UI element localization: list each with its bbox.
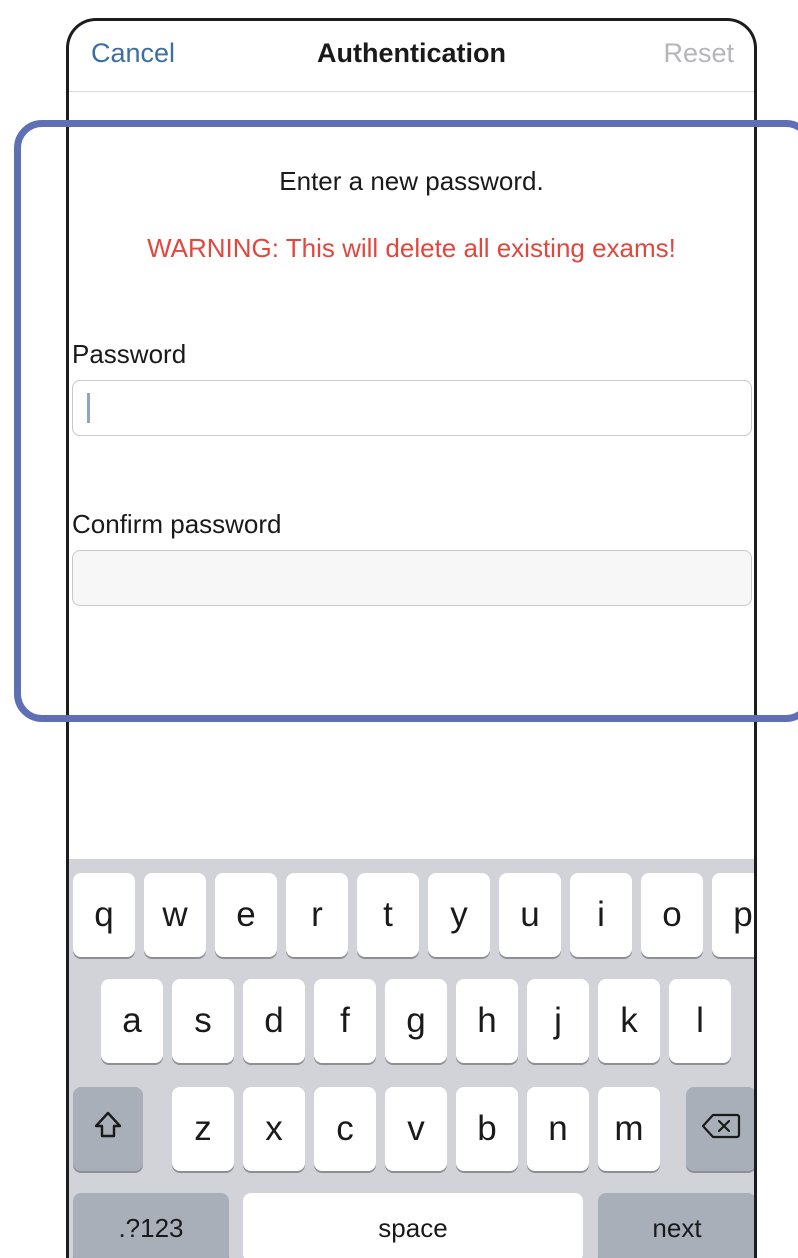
key-t[interactable]: t xyxy=(357,873,419,957)
keyboard: q w e r t y u i o p a s d f g h j k l z … xyxy=(69,859,754,1258)
key-y[interactable]: y xyxy=(428,873,490,957)
key-o[interactable]: o xyxy=(641,873,703,957)
key-e[interactable]: e xyxy=(215,873,277,957)
shift-icon xyxy=(92,1109,124,1150)
numbers-key[interactable]: .?123 xyxy=(73,1193,229,1258)
key-j[interactable]: j xyxy=(527,979,589,1063)
key-r[interactable]: r xyxy=(286,873,348,957)
warning-text: WARNING: This will delete all existing e… xyxy=(147,233,676,263)
key-l[interactable]: l xyxy=(669,979,731,1063)
key-g[interactable]: g xyxy=(385,979,447,1063)
key-n[interactable]: n xyxy=(527,1087,589,1171)
key-c[interactable]: c xyxy=(314,1087,376,1171)
key-q[interactable]: q xyxy=(73,873,135,957)
password-field[interactable] xyxy=(72,380,752,436)
backspace-icon xyxy=(701,1110,741,1149)
reset-button[interactable]: Reset xyxy=(663,35,734,71)
key-a[interactable]: a xyxy=(101,979,163,1063)
shift-key[interactable] xyxy=(73,1087,143,1171)
text-cursor xyxy=(87,393,90,423)
key-u[interactable]: u xyxy=(499,873,561,957)
key-p[interactable]: p xyxy=(712,873,754,957)
key-x[interactable]: x xyxy=(243,1087,305,1171)
next-key[interactable]: next xyxy=(598,1193,754,1258)
password-label: Password xyxy=(72,339,187,369)
key-h[interactable]: h xyxy=(456,979,518,1063)
navigation-bar: Cancel Authentication Reset xyxy=(69,21,754,92)
key-v[interactable]: v xyxy=(385,1087,447,1171)
key-k[interactable]: k xyxy=(598,979,660,1063)
instruction-text: Enter a new password. xyxy=(279,166,544,196)
key-m[interactable]: m xyxy=(598,1087,660,1171)
confirm-password-label: Confirm password xyxy=(72,509,282,539)
phone-screen: Cancel Authentication Reset Enter a new … xyxy=(66,18,757,1258)
key-z[interactable]: z xyxy=(172,1087,234,1171)
delete-key[interactable] xyxy=(686,1087,754,1171)
key-f[interactable]: f xyxy=(314,979,376,1063)
key-b[interactable]: b xyxy=(456,1087,518,1171)
confirm-password-field[interactable] xyxy=(72,550,752,606)
space-key[interactable]: space xyxy=(243,1193,583,1258)
key-s[interactable]: s xyxy=(172,979,234,1063)
key-d[interactable]: d xyxy=(243,979,305,1063)
key-w[interactable]: w xyxy=(144,873,206,957)
key-i[interactable]: i xyxy=(570,873,632,957)
page-title: Authentication xyxy=(317,38,506,68)
